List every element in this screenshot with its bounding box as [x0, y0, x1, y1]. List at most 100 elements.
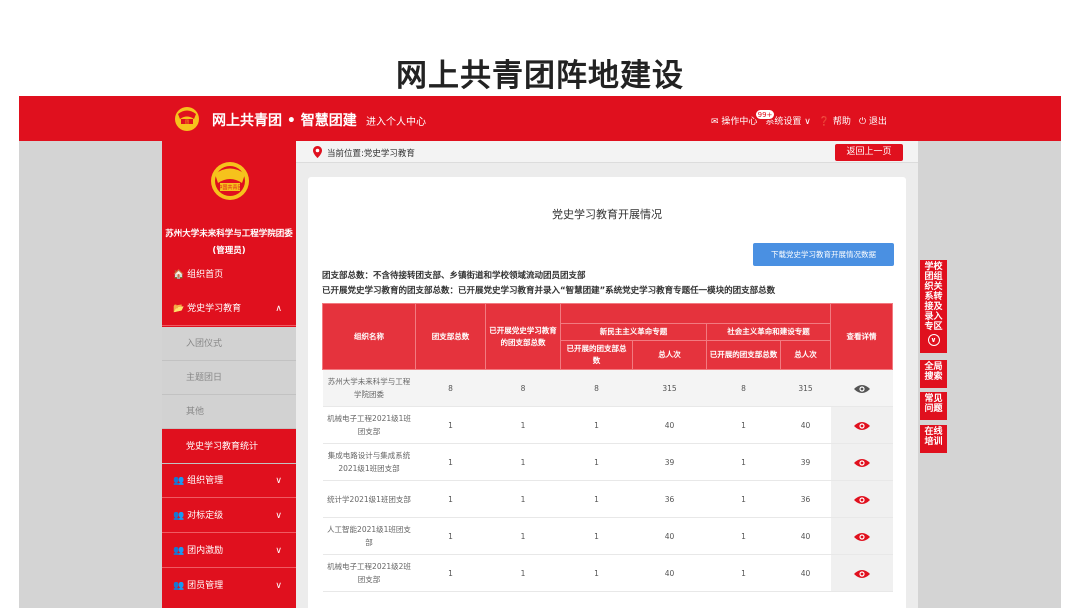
table-row: 人工智能2021级1班团支部 1 1 1 40 1 40 — [322, 517, 893, 555]
sidebar-subitem-joining-ceremony[interactable]: 入团仪式 — [162, 327, 296, 361]
cell-branch-total: 1 — [415, 443, 486, 481]
sidebar-item-grading[interactable]: 👥 对标定级 ∨ — [162, 499, 296, 533]
cell-g2-branches: 1 — [706, 443, 781, 481]
cell-org-name: 机械电子工程2021级2班团支部 — [322, 554, 416, 592]
note-branch-total: 团支部总数：不含待接转团支部、乡镇街道和学校领域流动团员团支部 — [322, 271, 586, 281]
slide-title: 网上共青团阵地建设 — [396, 58, 684, 94]
header-g1-people: 总人次 — [632, 340, 707, 370]
right-tab-global-search[interactable]: 全局搜索 — [920, 360, 947, 388]
eye-icon[interactable] — [853, 383, 870, 395]
cell-branches-done: 1 — [485, 406, 561, 444]
eye-icon[interactable] — [853, 457, 870, 469]
cell-g2-people: 315 — [780, 369, 831, 407]
cell-g2-people: 40 — [780, 406, 831, 444]
brand-title[interactable]: 网上共青团 • 智慧团建 — [212, 110, 357, 130]
sidebar-subitem-label: 党史学习教育统计 — [186, 442, 259, 452]
sidebar-item-home[interactable]: 🏠 组织首页 — [162, 258, 296, 292]
cell-branch-total: 1 — [415, 406, 486, 444]
cell-g2-people: 40 — [780, 517, 831, 555]
sidebar-item-label: 📂 党史学习教育 — [173, 304, 242, 314]
organization-name-line: 苏州大学未来科学与工程学院团委 — [165, 229, 293, 239]
chevron-down-icon: ∨ — [275, 581, 282, 591]
cell-g1-people: 40 — [632, 406, 707, 444]
cell-g2-people: 40 — [780, 554, 831, 592]
cell-branch-total: 8 — [415, 369, 486, 407]
statistics-table: 组织名称 团支部总数 已开展党史学习教育的团支部总数 查看详情 新民主主义革命专… — [322, 303, 893, 592]
header-group-new-democratic: 新民主主义革命专题 — [560, 323, 707, 341]
eye-icon[interactable] — [853, 531, 870, 543]
cell-org-name: 统计学2021级1班团支部 — [322, 480, 416, 518]
sidebar-item-org-management[interactable]: 👥 组织管理 ∨ — [162, 464, 296, 498]
sidebar-subitem-theme-day[interactable]: 主题团日 — [162, 361, 296, 395]
right-tab-online-training[interactable]: 在线培训 — [920, 425, 947, 453]
cell-branch-total: 1 — [415, 480, 486, 518]
location-pin-icon — [313, 146, 322, 158]
sidebar-subitem-label: 入团仪式 — [186, 339, 223, 349]
header-g2-branches: 已开展的团支部总数 — [706, 340, 781, 370]
cell-branches-done: 1 — [485, 517, 561, 555]
download-data-button[interactable]: 下载党史学习教育开展情况数据 — [753, 243, 894, 266]
cell-details — [830, 406, 893, 444]
cell-g1-branches: 1 — [560, 480, 633, 518]
personal-center-link[interactable]: 进入个人中心 — [366, 113, 426, 128]
right-tab-label: 在线培训 — [924, 427, 943, 447]
table-row: 集成电路设计与集成系统2021级1班团支部 1 1 1 39 1 39 — [322, 443, 893, 481]
right-tab-label: 学校团组织关系转接及录入专区 — [924, 262, 943, 332]
cell-branches-done: 8 — [485, 369, 561, 407]
sidebar-subitem-label: 其他 — [186, 407, 205, 417]
youth-league-logo-icon[interactable]: 团 — [172, 104, 202, 132]
card-title: 党史学习教育开展情况 — [552, 208, 662, 221]
header-g1-branches: 已开展的团支部总数 — [560, 340, 633, 370]
sidebar-subitem-other[interactable]: 其他 — [162, 395, 296, 429]
table-row: 苏州大学未来科学与工程学院团委 8 8 8 315 8 315 — [322, 369, 893, 407]
sidebar-item-party-history[interactable]: 📂 党史学习教育 ∧ — [162, 292, 296, 326]
cell-org-name: 苏州大学未来科学与工程学院团委 — [322, 369, 416, 407]
cell-details — [830, 443, 893, 481]
top-user-menu: ✉ 操作中心 系统设置 ∨ ❓ 帮助 ⏻ 退出 — [711, 114, 887, 127]
sidebar-item-incentives[interactable]: 👥 团内激励 ∨ — [162, 534, 296, 568]
cell-branch-total: 1 — [415, 554, 486, 592]
sidebar-item-member-management[interactable]: 👥 团员管理 ∨ — [162, 569, 296, 603]
cell-g1-people: 40 — [632, 517, 707, 555]
cell-details — [830, 369, 893, 407]
sidebar-subitem-statistics[interactable]: 党史学习教育统计 — [162, 430, 296, 464]
header-branches-done: 已开展党史学习教育的团支部总数 — [485, 303, 561, 370]
cell-branches-done: 1 — [485, 480, 561, 518]
right-tab-transfer-zone[interactable]: 学校团组织关系转接及录入专区 ∨ — [920, 260, 947, 353]
cell-g2-branches: 1 — [706, 517, 781, 555]
cell-details — [830, 480, 893, 518]
chevron-down-icon: ∨ — [275, 546, 282, 556]
help-link[interactable]: ❓ 帮助 — [819, 114, 851, 127]
cell-org-name: 机械电子工程2021级1班团支部 — [322, 406, 416, 444]
header-g2-people: 总人次 — [780, 340, 831, 370]
sidebar-subitem-label: 主题团日 — [186, 373, 223, 383]
svg-text:团: 团 — [185, 119, 189, 124]
chevron-down-icon: ∨ — [275, 476, 282, 486]
header-details: 查看详情 — [830, 303, 893, 370]
right-tab-faq[interactable]: 常见问题 — [920, 392, 947, 420]
cell-branches-done: 1 — [485, 443, 561, 481]
sidebar-item-label: 🏠 组织首页 — [173, 270, 224, 280]
back-button[interactable]: 返回上一页 — [835, 144, 903, 161]
cell-g1-people: 315 — [632, 369, 707, 407]
cell-g1-people: 40 — [632, 554, 707, 592]
logout-link[interactable]: ⏻ 退出 — [859, 114, 887, 127]
sidebar-item-label: 👥 团员管理 — [173, 581, 224, 591]
eye-icon[interactable] — [853, 568, 870, 580]
cell-g2-people: 36 — [780, 480, 831, 518]
main-content: 当前位置:党史学习教育 返回上一页 党史学习教育开展情况 下载党史学习教育开展情… — [296, 141, 918, 608]
cell-branches-done: 1 — [485, 554, 561, 592]
eye-icon[interactable] — [853, 494, 870, 506]
sidebar-item-label: 👥 对标定级 — [173, 511, 224, 521]
sidebar-item-label: 👥 组织管理 — [173, 476, 224, 486]
sidebar-item-label: 👥 团内激励 — [173, 546, 224, 556]
notification-badge: 99+ — [755, 109, 775, 120]
header-group-socialist: 社会主义革命和建设专题 — [706, 323, 831, 341]
cell-g2-people: 39 — [780, 443, 831, 481]
cell-g2-branches: 8 — [706, 369, 781, 407]
cell-g1-branches: 1 — [560, 406, 633, 444]
cell-g2-branches: 1 — [706, 554, 781, 592]
eye-icon[interactable] — [853, 420, 870, 432]
operations-center-link[interactable]: ✉ 操作中心 — [711, 114, 757, 127]
cell-details — [830, 554, 893, 592]
